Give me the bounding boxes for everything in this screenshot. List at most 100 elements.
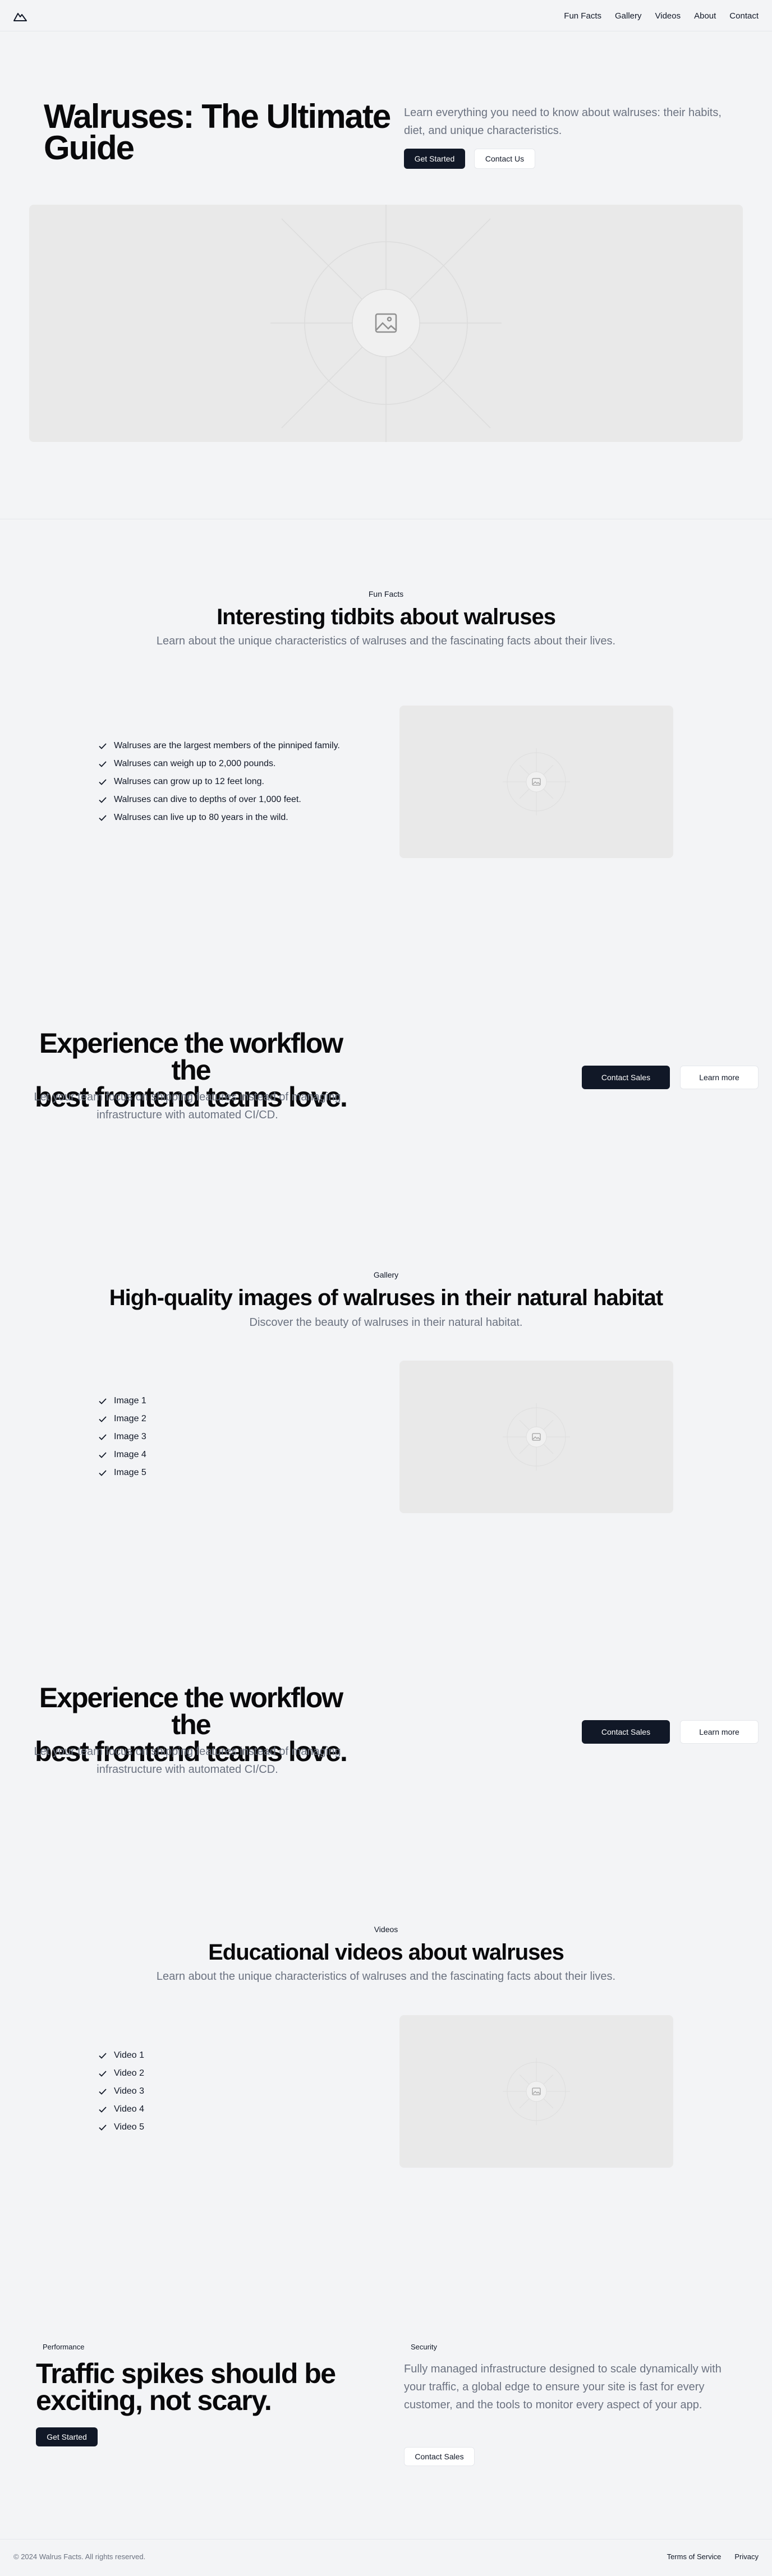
list-item-text: Image 5 — [114, 1468, 146, 1477]
copyright-text: © 2024 Walrus Facts. All rights reserved… — [13, 2552, 146, 2561]
learn-more-button[interactable]: Learn more — [680, 1066, 759, 1089]
list-item: Image 5 — [98, 1464, 146, 1482]
gallery-image-placeholder — [399, 1361, 673, 1513]
mountain-icon[interactable] — [13, 11, 27, 25]
learn-more-button[interactable]: Learn more — [680, 1720, 759, 1744]
check-icon — [99, 815, 107, 821]
check-icon — [99, 743, 107, 749]
site-header: Fun Facts Gallery Videos About Contact — [0, 0, 772, 31]
gallery-subtitle: Discover the beauty of walruses in their… — [249, 1316, 523, 1329]
check-icon — [99, 797, 107, 803]
check-icon — [99, 1470, 107, 1476]
contact-sales-button[interactable]: Contact Sales — [404, 2447, 475, 2466]
features-title-line-1: Traffic spikes should be — [36, 2358, 336, 2389]
list-item: Walruses can live up to 80 years in the … — [98, 809, 340, 827]
fun-facts-title: Interesting tidbits about walruses — [217, 605, 556, 629]
check-icon — [99, 1398, 107, 1404]
list-item-text: Image 2 — [114, 1414, 146, 1423]
contact-sales-button[interactable]: Contact Sales — [582, 1066, 670, 1089]
list-item-text: Video 3 — [114, 2086, 144, 2096]
list-item-text: Image 3 — [114, 1432, 146, 1441]
check-icon — [99, 779, 107, 785]
cta-title-line-1: Experience the workflow the — [39, 1027, 343, 1086]
videos-eyebrow: Videos — [374, 1925, 398, 1934]
check-icon — [99, 2053, 107, 2059]
list-item-text: Image 4 — [114, 1450, 146, 1459]
hero-image-placeholder — [29, 205, 743, 442]
videos-list: Video 1 Video 2 Video 3 Video 4 Video 5 — [98, 2047, 144, 2136]
main-nav: Fun Facts Gallery Videos About Contact — [564, 0, 759, 31]
nav-link-fun-facts[interactable]: Fun Facts — [564, 11, 601, 21]
list-item: Video 4 — [98, 2100, 144, 2118]
features-title: Traffic spikes should be exciting, not s… — [36, 2360, 336, 2414]
features-title-line-2: exciting, not scary. — [36, 2385, 272, 2416]
list-item: Walruses are the largest members of the … — [98, 737, 340, 755]
hero-title-line-1: Walruses: The Ultimate — [44, 98, 391, 135]
check-icon — [99, 1416, 107, 1422]
contact-us-button[interactable]: Contact Us — [474, 149, 535, 169]
cta-title-line-1: Experience the workflow the — [39, 1682, 343, 1740]
terms-of-service-link[interactable]: Terms of Service — [667, 2552, 722, 2561]
list-item: Image 1 — [98, 1392, 146, 1410]
contact-sales-button[interactable]: Contact Sales — [582, 1720, 670, 1744]
gallery-title: High-quality images of walruses in their… — [109, 1285, 663, 1310]
check-icon — [99, 2089, 107, 2095]
check-icon — [99, 1452, 107, 1458]
cta-subtitle-line-1: Let your team focus on shipping features… — [34, 1091, 341, 1103]
footer-links: Terms of Service Privacy — [667, 2552, 759, 2561]
list-item-text: Video 1 — [114, 2050, 144, 2060]
security-badge: Security — [411, 2342, 437, 2351]
check-icon — [99, 2107, 107, 2113]
footer-divider — [0, 2539, 772, 2540]
list-item: Image 2 — [98, 1410, 146, 1428]
nav-link-contact[interactable]: Contact — [729, 11, 759, 21]
security-description: Fully managed infrastructure designed to… — [404, 2363, 722, 2411]
gallery-list: Image 1 Image 2 Image 3 Image 4 Image 5 — [98, 1392, 146, 1482]
performance-badge: Performance — [43, 2342, 85, 2351]
fun-facts-list: Walruses are the largest members of the … — [98, 737, 340, 827]
list-item-text: Walruses can weigh up to 2,000 pounds. — [114, 759, 276, 768]
get-started-button[interactable]: Get Started — [404, 149, 465, 169]
list-item-text: Walruses can grow up to 12 feet long. — [114, 777, 264, 786]
list-item-text: Walruses can dive to depths of over 1,00… — [114, 795, 301, 804]
list-item: Video 1 — [98, 2047, 144, 2065]
list-item: Walruses can dive to depths of over 1,00… — [98, 791, 340, 809]
list-item: Walruses can grow up to 12 feet long. — [98, 773, 340, 791]
list-item: Video 5 — [98, 2118, 144, 2136]
hero-title-line-2: Guide — [44, 129, 135, 167]
fun-facts-subtitle: Learn about the unique characteristics o… — [156, 635, 616, 647]
list-item-text: Walruses can live up to 80 years in the … — [114, 813, 288, 822]
videos-title: Educational videos about walruses — [208, 1940, 564, 1965]
fun-facts-eyebrow: Fun Facts — [368, 589, 404, 598]
list-item-text: Walruses are the largest members of the … — [114, 741, 340, 750]
cta-subtitle: Let your team focus on shipping features… — [13, 1743, 361, 1778]
hero-subtitle: Learn everything you need to know about … — [404, 107, 722, 137]
nav-link-about[interactable]: About — [694, 11, 716, 21]
nav-link-gallery[interactable]: Gallery — [615, 11, 642, 21]
list-item-text: Video 4 — [114, 2104, 144, 2114]
list-item-text: Video 5 — [114, 2122, 144, 2132]
list-item: Video 3 — [98, 2082, 144, 2100]
list-item: Image 3 — [98, 1428, 146, 1446]
list-item: Walruses can weigh up to 2,000 pounds. — [98, 755, 340, 773]
check-icon — [99, 2125, 107, 2131]
videos-subtitle: Learn about the unique characteristics o… — [156, 1970, 616, 1983]
privacy-link[interactable]: Privacy — [734, 2552, 759, 2561]
fun-facts-image-placeholder — [399, 706, 673, 858]
check-icon — [99, 761, 107, 767]
check-icon — [99, 2071, 107, 2077]
list-item: Video 2 — [98, 2065, 144, 2082]
cta-subtitle: Let your team focus on shipping features… — [13, 1088, 361, 1124]
cta-subtitle-line-2: infrastructure with automated CI/CD. — [96, 1109, 278, 1121]
gallery-eyebrow: Gallery — [373, 1270, 399, 1279]
cta-subtitle-line-2: infrastructure with automated CI/CD. — [96, 1763, 278, 1776]
nav-link-videos[interactable]: Videos — [655, 11, 681, 21]
cta-subtitle-line-1: Let your team focus on shipping features… — [34, 1745, 341, 1758]
list-item-text: Video 2 — [114, 2068, 144, 2078]
hero-title: Walruses: The Ultimate Guide — [44, 98, 391, 167]
check-icon — [99, 1434, 107, 1440]
list-item-text: Image 1 — [114, 1396, 146, 1405]
get-started-button[interactable]: Get Started — [36, 2427, 98, 2446]
videos-image-placeholder — [399, 2015, 673, 2168]
list-item: Image 4 — [98, 1446, 146, 1464]
